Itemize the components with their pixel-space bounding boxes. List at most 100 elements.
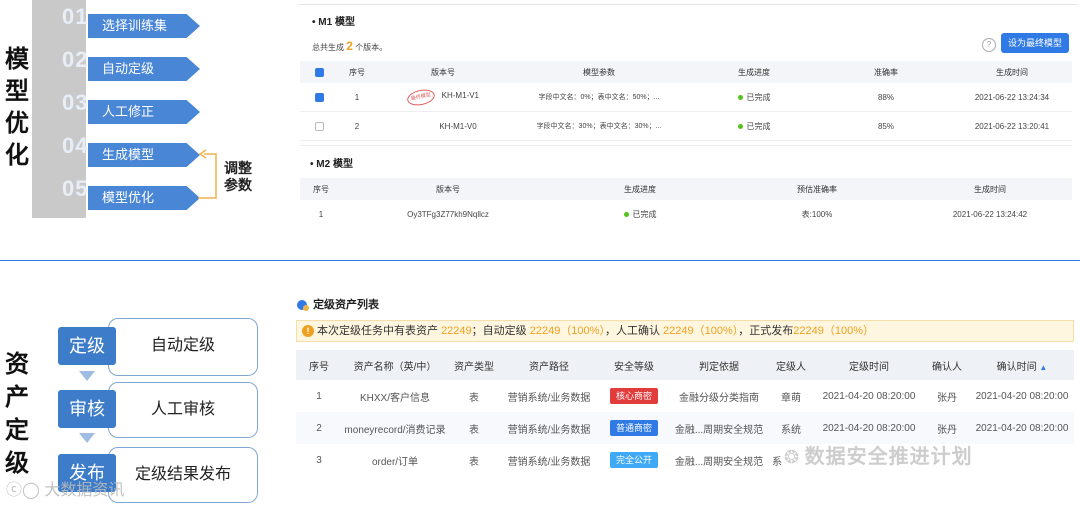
watermark-logo-icon: ⓒ◯: [6, 482, 40, 499]
warning-icon: !: [302, 325, 314, 337]
cell-accuracy: 85%: [820, 111, 952, 141]
table-row[interactable]: 1 最终模型 KH-M1-V1 字段中文名：0%；表中文名：50%；... 已完…: [300, 83, 1072, 112]
cell-path: 营销系统/业务数据: [507, 392, 591, 404]
progress-text: 已完成: [746, 121, 771, 131]
select-all-cell[interactable]: [300, 61, 338, 83]
select-all-checkbox[interactable]: [314, 67, 324, 77]
row-checkbox[interactable]: [314, 121, 324, 131]
m1-table: 序号 版本号 模型参数 生成进度 准确率 生成时间 1 最终模型 KH-M1-V…: [300, 61, 1072, 141]
wechat-icon: ❂: [784, 447, 800, 467]
loop-arrow-icon: [198, 149, 217, 199]
title-char: 化: [5, 142, 29, 169]
alert-text: ，人工确认: [604, 325, 660, 337]
flow-step-tag[interactable]: 定级: [58, 327, 116, 365]
row-checkbox-cell[interactable]: [300, 83, 338, 112]
cell-level: 完全公开: [598, 444, 670, 476]
cell-confirm-time: [970, 444, 1074, 476]
col-header: 准确率: [820, 61, 952, 83]
m2-title-text: M2 模型: [316, 159, 353, 170]
col-header: 定级时间: [814, 350, 924, 380]
cell-version: KH-M1-V0: [376, 111, 510, 141]
cell-index: 1: [316, 390, 322, 402]
col-header: 生成进度: [688, 61, 820, 83]
col-header: 安全等级: [598, 350, 670, 380]
step-number: 05: [62, 176, 89, 201]
version-text: KH-M1-V1: [441, 90, 479, 100]
flow-down-arrow-icon: [79, 433, 95, 443]
cell-basis: 金融...周期安全规范: [674, 424, 764, 436]
set-final-model-button[interactable]: 设为最终模型: [1001, 33, 1069, 53]
col-header: 预估准确率: [726, 178, 908, 200]
watermark-left-text: 大数据资讯: [44, 482, 125, 499]
security-level-badge: 普通商密: [609, 420, 658, 436]
cell-accuracy: 表:100%: [801, 209, 833, 219]
cell-name: KHXX/客户信息: [359, 392, 430, 404]
table-row[interactable]: 2 KH-M1-V0 字段中文名：30%；表中文名：30%；... 已完成 85…: [300, 111, 1072, 141]
cell-rater: 章萌: [781, 392, 801, 404]
progress-text: 已完成: [632, 209, 657, 219]
row-checkbox[interactable]: [314, 92, 324, 102]
progress-text: 已完成: [746, 92, 771, 102]
row-checkbox-cell[interactable]: [300, 111, 338, 141]
list-title-text: 定级资产列表: [313, 299, 380, 311]
flow-step-box: 定级结果发布: [108, 447, 258, 503]
m2-card: • M2 模型 序号 版本号 生成进度 预估准确率 生成时间 1 Oy3TFg3…: [300, 145, 1072, 226]
cell-index: 1: [338, 83, 376, 112]
flow-step-box: 人工审核: [108, 382, 258, 438]
section-divider: [0, 260, 1080, 261]
alert-text: ；自动定级: [471, 325, 527, 337]
col-header: 模型参数: [510, 61, 688, 83]
step-label: 人工修正: [88, 100, 200, 124]
cell-type: 表: [469, 456, 479, 468]
col-header: 序号: [300, 178, 342, 200]
asset-grading-section: 资 产 定 级 自动定级 定级 人工审核 审核 定级结果发布 发布 ⓒ◯ 大数据…: [0, 270, 290, 505]
col-header: 确认人: [924, 350, 970, 380]
col-header: 版本号: [376, 61, 510, 83]
col-header: 生成时间: [908, 178, 1072, 200]
col-header: 版本号: [342, 178, 554, 200]
m2-title: • M2 模型: [310, 159, 353, 170]
step-number: 04: [62, 133, 89, 158]
cell-progress: 已完成: [688, 111, 820, 141]
cell-version: Oy3TFg3Z77kh9Nqllcz: [407, 209, 489, 219]
status-dot-icon: [623, 211, 629, 217]
col-header-sortable[interactable]: 确认时间 ▲: [970, 350, 1074, 380]
cell-type: 表: [469, 424, 479, 436]
model-panel: • M1 模型 总共生成 2 个版本。 ? 设为最终模型 序号 版本号 模型参数…: [298, 4, 1078, 230]
cell-time: 2021-06-22 13:24:42: [952, 209, 1028, 219]
alert-count: 22249: [441, 325, 472, 337]
title-char: 优: [5, 110, 29, 137]
col-header: 定级人: [768, 350, 814, 380]
cell-index: 2: [338, 111, 376, 141]
flow-step-tag[interactable]: 审核: [58, 390, 116, 428]
cell-progress: 已完成: [554, 200, 726, 228]
watermark-right-text: 数据安全推进计划: [804, 446, 973, 468]
summary-prefix: 总共生成: [312, 43, 344, 52]
table-header: 序号 资产名称（英/中） 资产类型 资产路径 安全等级 判定依据 定级人 定级时…: [296, 350, 1074, 380]
m1-title-text: M1 模型: [318, 17, 355, 28]
col-header: 资产路径: [500, 350, 598, 380]
table-header: 序号 版本号 模型参数 生成进度 准确率 生成时间: [300, 61, 1072, 83]
step-number: 02: [62, 47, 89, 72]
security-level-badge: 完全公开: [609, 452, 658, 468]
cell-accuracy: 88%: [820, 83, 952, 112]
summary-count: 2: [346, 39, 353, 53]
alert-text: ，正式发布: [738, 325, 794, 337]
alert-count: 22249（100%）: [793, 325, 874, 337]
table-header: 序号 版本号 生成进度 预估准确率 生成时间: [300, 178, 1072, 200]
sort-icon[interactable]: ▲: [1039, 363, 1047, 372]
table-row[interactable]: 1 KHXX/客户信息 表 营销系统/业务数据 核心商密 金融分级分类指南 章萌…: [296, 380, 1074, 412]
list-title-icon: [297, 300, 309, 312]
status-dot-icon: [737, 94, 743, 100]
help-icon[interactable]: ?: [982, 38, 996, 52]
table-row[interactable]: 1 Oy3TFg3Z77kh9Nqllcz 已完成 表:100% 2021-06…: [300, 200, 1072, 228]
status-dot-icon: [737, 123, 743, 129]
cell-basis: 金融分级分类指南: [679, 392, 759, 404]
cell-name: moneyrecord/消费记录: [344, 424, 446, 436]
adjust-line: 调整: [224, 160, 252, 176]
step-label: 模型优化: [88, 186, 200, 210]
summary-alert: ! 本次定级任务中有表资产 22249；自动定级 22249（100%），人工确…: [296, 320, 1074, 342]
adjust-line: 参数: [224, 177, 252, 193]
cell-rate-time: 2021-04-20 08:20:00: [822, 390, 916, 402]
col-header: 序号: [296, 350, 342, 380]
